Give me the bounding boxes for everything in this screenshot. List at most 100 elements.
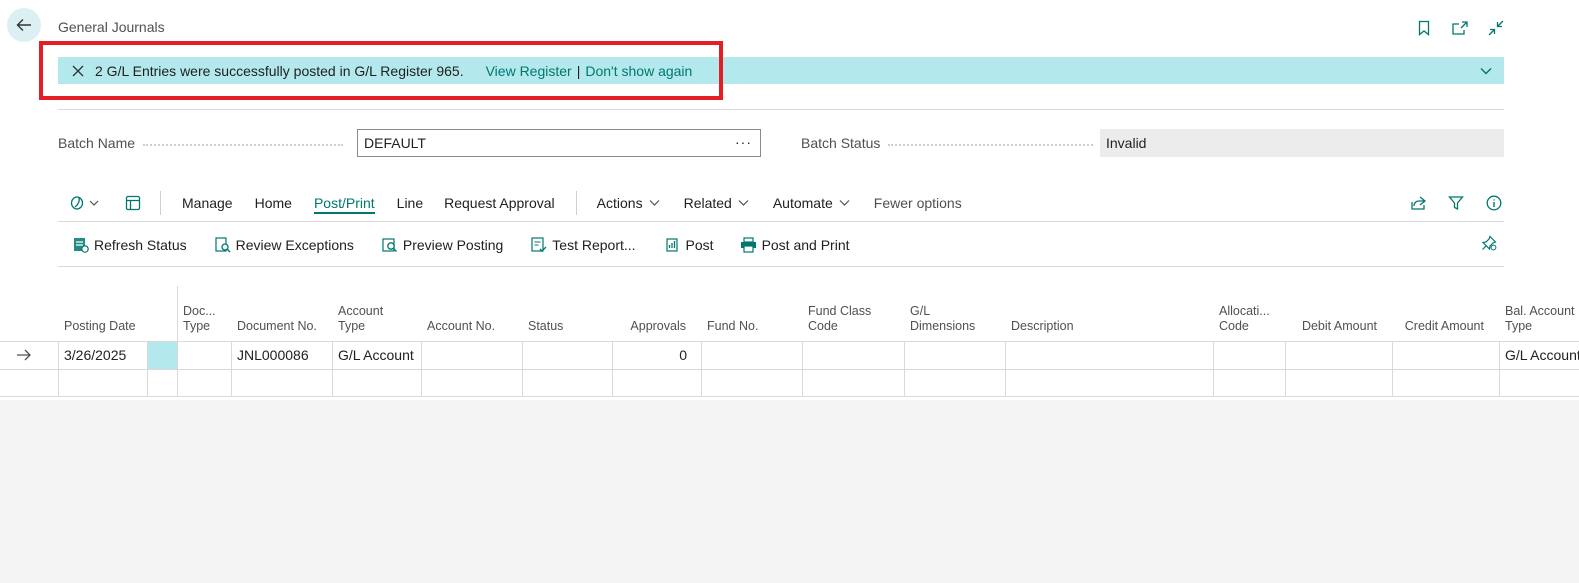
chevron-down-icon bbox=[738, 200, 749, 206]
printer-icon bbox=[740, 236, 758, 254]
share-icon[interactable] bbox=[1407, 192, 1429, 214]
cell-approvals[interactable]: 0 bbox=[612, 341, 701, 369]
automate-label: Automate bbox=[772, 195, 833, 211]
column-divider bbox=[1285, 341, 1286, 396]
actions-label: Actions bbox=[596, 195, 643, 211]
col-header-document-no[interactable]: Document No. bbox=[237, 319, 317, 334]
col-header-debit-amount[interactable]: Debit Amount bbox=[1286, 319, 1377, 334]
arrow-left-icon bbox=[16, 19, 31, 31]
col-header-status[interactable]: Status bbox=[528, 319, 563, 334]
preview-posting-label: Preview Posting bbox=[402, 237, 504, 253]
refresh-status-label: Refresh Status bbox=[94, 237, 187, 253]
chevron-down-icon bbox=[839, 200, 850, 206]
divider bbox=[58, 221, 1504, 222]
tab-manage[interactable]: Manage bbox=[182, 195, 233, 211]
post-print-actions: Refresh Status Review Exceptions Preview… bbox=[58, 231, 850, 259]
action-bar-right-icons bbox=[1407, 192, 1505, 214]
filter-icon[interactable] bbox=[1445, 192, 1467, 214]
col-header-account-no[interactable]: Account No. bbox=[427, 319, 495, 334]
fewer-options-button[interactable]: Fewer options bbox=[874, 195, 962, 211]
column-divider bbox=[1005, 341, 1006, 396]
col-header-credit-amount[interactable]: Credit Amount bbox=[1393, 319, 1484, 334]
column-divider bbox=[177, 341, 178, 396]
cell-document-no[interactable]: JNL000086 bbox=[231, 341, 332, 369]
copilot-icon[interactable] bbox=[68, 192, 104, 214]
column-divider bbox=[1213, 341, 1214, 396]
back-button[interactable] bbox=[7, 8, 41, 42]
refresh-status-button[interactable]: Refresh Status bbox=[72, 236, 187, 254]
batch-status-field: Invalid bbox=[1100, 129, 1504, 157]
open-new-window-icon[interactable] bbox=[1449, 17, 1471, 39]
automate-menu[interactable]: Automate bbox=[773, 195, 850, 211]
separator bbox=[575, 191, 577, 215]
divider bbox=[58, 109, 1504, 110]
cell-account-type[interactable]: G/L Account bbox=[332, 341, 421, 369]
column-divider bbox=[1392, 341, 1393, 396]
action-bar: Manage Home Post/Print Line Request Appr… bbox=[58, 189, 962, 217]
col-header-fund-class-code[interactable]: Fund Class Code bbox=[808, 304, 871, 334]
tab-home[interactable]: Home bbox=[255, 195, 292, 211]
post-label: Post bbox=[685, 237, 714, 253]
col-header-gl-dimensions[interactable]: G/L Dimensions bbox=[910, 304, 975, 334]
col-header-allocation-code[interactable]: Allocati... Code bbox=[1219, 304, 1270, 334]
actions-menu[interactable]: Actions bbox=[597, 195, 660, 211]
related-menu[interactable]: Related bbox=[684, 195, 749, 211]
batch-status-label: Batch Status bbox=[801, 135, 881, 151]
collapse-icon[interactable] bbox=[1485, 17, 1507, 39]
column-divider bbox=[522, 341, 523, 396]
info-icon[interactable] bbox=[1483, 192, 1505, 214]
batch-name-label: Batch Name bbox=[58, 135, 136, 151]
post-and-print-label: Post and Print bbox=[761, 237, 850, 253]
batch-name-field-label: Batch Name bbox=[58, 135, 344, 151]
tab-request-approval[interactable]: Request Approval bbox=[444, 195, 555, 211]
page-layout-icon[interactable] bbox=[122, 192, 144, 214]
col-header-account-type[interactable]: Account Type bbox=[338, 304, 383, 334]
current-row-arrow-icon bbox=[16, 348, 32, 365]
col-header-doc-type[interactable]: Doc... Type bbox=[183, 304, 216, 334]
column-divider bbox=[177, 286, 178, 341]
more-options-icon[interactable]: ··· bbox=[735, 134, 752, 150]
post-button[interactable]: Post bbox=[664, 236, 714, 254]
separator bbox=[160, 191, 161, 215]
column-divider bbox=[701, 341, 702, 396]
test-report-button[interactable]: Test Report... bbox=[530, 236, 636, 254]
test-report-label: Test Report... bbox=[552, 237, 636, 253]
chevron-down-icon[interactable] bbox=[1480, 63, 1492, 79]
page-title: General Journals bbox=[58, 19, 165, 35]
tab-post-print[interactable]: Post/Print bbox=[313, 195, 375, 214]
refresh-status-icon bbox=[72, 236, 90, 254]
preview-posting-button[interactable]: Preview Posting bbox=[381, 236, 503, 254]
dotted-leader bbox=[143, 144, 344, 146]
preview-posting-icon bbox=[381, 236, 399, 254]
cell-posting-date[interactable]: 3/26/2025 bbox=[58, 341, 147, 369]
post-icon bbox=[664, 236, 682, 254]
batch-status-value: Invalid bbox=[1106, 135, 1147, 151]
col-header-fund-no[interactable]: Fund No. bbox=[707, 319, 758, 334]
post-and-print-button[interactable]: Post and Print bbox=[740, 236, 850, 254]
col-header-bal-account-type[interactable]: Bal. Account Type bbox=[1505, 304, 1579, 334]
chevron-down-icon bbox=[649, 200, 660, 206]
column-divider bbox=[421, 341, 422, 396]
dotted-leader bbox=[888, 144, 1094, 146]
col-header-posting-date[interactable]: Posting Date bbox=[64, 319, 136, 334]
cell-bal-account-type[interactable]: G/L Account bbox=[1499, 341, 1579, 369]
bookmark-icon[interactable] bbox=[1413, 17, 1435, 39]
col-header-description[interactable]: Description bbox=[1011, 319, 1074, 334]
batch-status-field-label: Batch Status bbox=[801, 135, 1094, 151]
column-divider bbox=[904, 341, 905, 396]
col-header-approvals[interactable]: Approvals bbox=[612, 319, 686, 334]
pin-icon[interactable] bbox=[1481, 235, 1497, 254]
highlight-box bbox=[39, 41, 723, 100]
review-exceptions-button[interactable]: Review Exceptions bbox=[214, 236, 354, 254]
tab-line[interactable]: Line bbox=[397, 195, 423, 211]
row-divider bbox=[0, 369, 1579, 370]
related-label: Related bbox=[683, 195, 732, 211]
column-divider bbox=[802, 341, 803, 396]
batch-name-value: DEFAULT bbox=[364, 135, 426, 151]
journal-page: General Journals 2 G/L Entries were succ… bbox=[0, 0, 1579, 400]
page-top-icons bbox=[1413, 17, 1507, 39]
review-exceptions-icon bbox=[214, 236, 232, 254]
test-report-icon bbox=[530, 236, 548, 254]
selected-cell[interactable] bbox=[148, 342, 177, 369]
batch-name-input[interactable]: DEFAULT ··· bbox=[357, 129, 761, 157]
